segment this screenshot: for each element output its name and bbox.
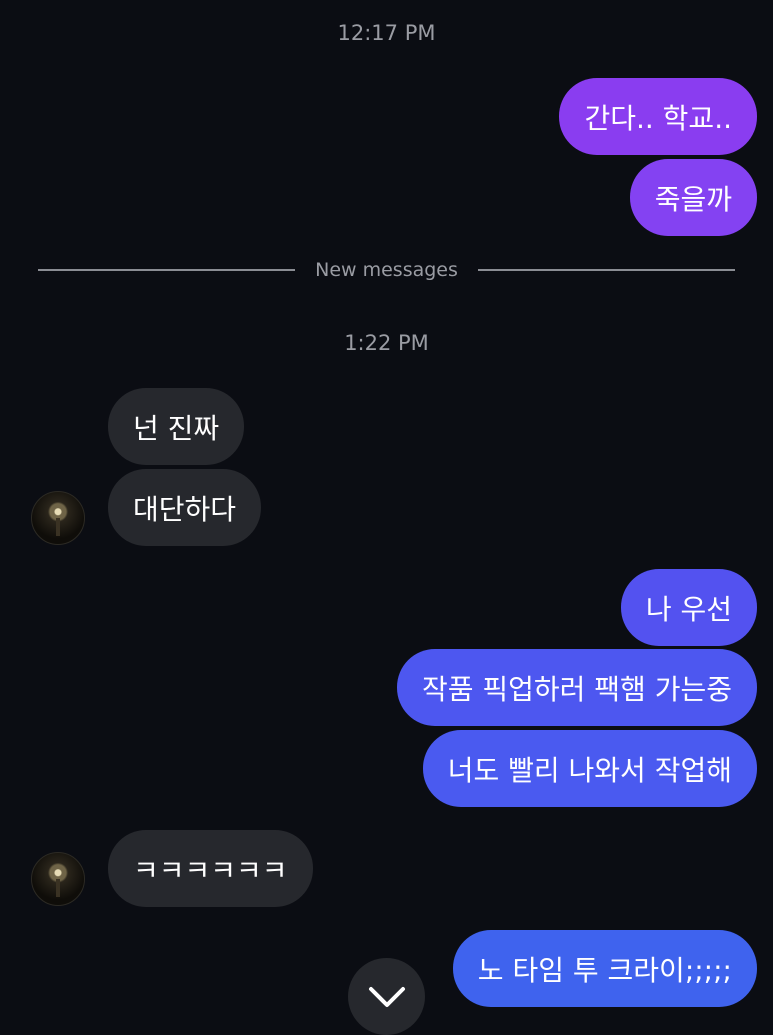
message-bubble-incoming[interactable]: 대단하다 <box>108 469 262 546</box>
new-messages-divider: New messages <box>38 257 735 283</box>
timestamp-1217: 12:17 PM <box>337 21 436 45</box>
divider-line-right <box>477 269 735 271</box>
message-bubble-outgoing[interactable]: 간다.. 학교.. <box>559 78 757 155</box>
scroll-to-bottom-button[interactable] <box>348 958 425 1035</box>
message-bubble-outgoing[interactable]: 너도 빨리 나와서 작업해 <box>422 730 757 807</box>
contact-avatar[interactable] <box>31 852 85 906</box>
message-bubble-outgoing[interactable]: 나 우선 <box>620 569 757 646</box>
message-bubble-outgoing[interactable]: 죽을까 <box>629 159 757 236</box>
message-bubble-outgoing[interactable]: 노 타임 투 크라이;;;;; <box>452 930 757 1007</box>
new-messages-label: New messages <box>315 259 458 281</box>
timestamp-122: 1:22 PM <box>344 331 429 355</box>
chevron-down-icon <box>368 986 405 1007</box>
message-bubble-incoming[interactable]: ㅋㅋㅋㅋㅋㅋ <box>108 830 313 907</box>
contact-avatar[interactable] <box>31 491 85 545</box>
divider-line-left <box>38 269 296 271</box>
message-bubble-outgoing[interactable]: 작품 픽업하러 팩햄 가는중 <box>396 649 757 726</box>
message-bubble-incoming[interactable]: 넌 진짜 <box>108 388 245 465</box>
